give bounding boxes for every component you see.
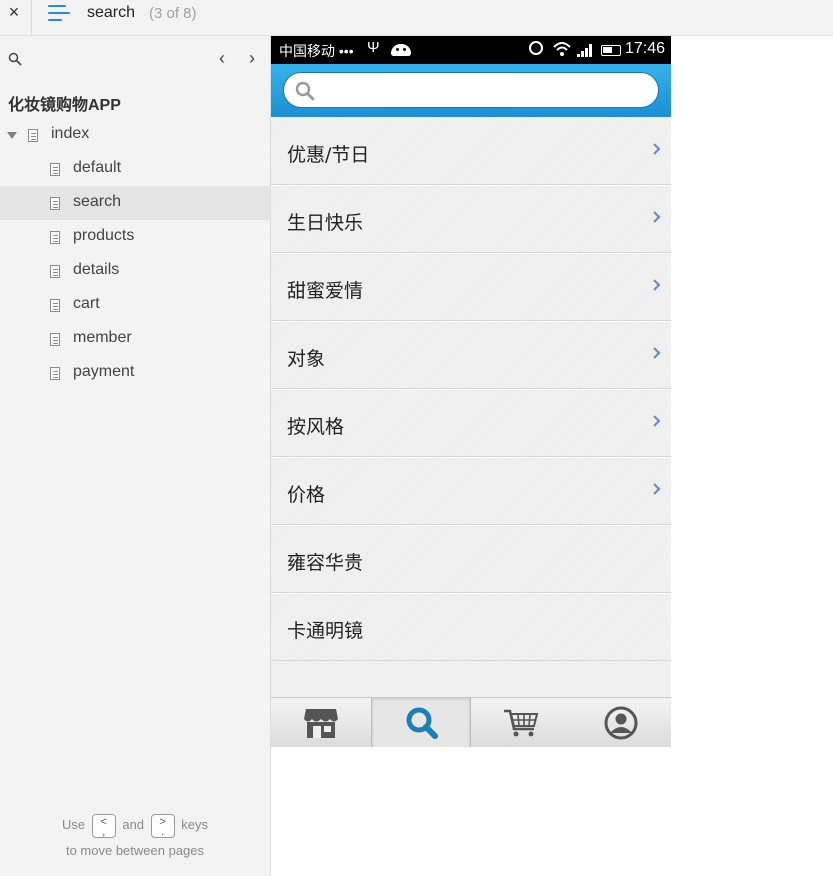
bottom-tab-bar (271, 697, 671, 747)
next-page-button[interactable]: › (244, 48, 260, 69)
user-icon (604, 706, 638, 740)
store-icon (304, 709, 338, 738)
close-button[interactable]: × (0, 0, 28, 27)
tree-item-details[interactable]: details (0, 254, 270, 288)
tab-search[interactable] (371, 698, 471, 747)
category-item[interactable]: 优惠/节日 (271, 117, 671, 185)
category-item[interactable]: 对象 (271, 321, 671, 389)
chevron-right-icon (653, 143, 661, 155)
tab-store[interactable] (271, 698, 371, 747)
category-label: 雍容华贵 (287, 552, 364, 574)
search-input[interactable] (324, 79, 644, 103)
search-icon (295, 81, 315, 101)
project-title: 化妆镜购物APP (8, 97, 121, 114)
key-next: >. (150, 813, 175, 838)
page-icon (50, 299, 60, 312)
caret-down-icon[interactable] (7, 132, 17, 139)
key-prev: <, (91, 813, 116, 838)
tree-item-label: details (73, 261, 120, 278)
tree-item-label: default (73, 159, 122, 176)
chevron-right-icon (653, 347, 661, 359)
android-icon (391, 44, 411, 56)
tree-item-payment[interactable]: payment (0, 356, 270, 390)
tree-item-cart[interactable]: cart (0, 288, 270, 322)
category-item[interactable]: 甜蜜爱情 (271, 253, 671, 321)
chevron-right-icon (653, 211, 661, 223)
category-label: 甜蜜爱情 (287, 280, 364, 302)
category-list: 优惠/节日生日快乐甜蜜爱情对象按风格价格雍容华贵卡通明镜 (271, 117, 671, 661)
hint-text: keys (181, 817, 209, 832)
sidebar: ‹ › 化妆镜购物APP index default search products… (0, 36, 271, 876)
clock-time: 17:46 (625, 40, 666, 57)
tree-item-default[interactable]: default (0, 152, 270, 186)
tree-item-products[interactable]: products (0, 220, 270, 254)
tree-item-label: search (73, 193, 122, 210)
category-item[interactable]: 卡通明镜 (271, 593, 671, 661)
carrier-label: 中国移动 ••• (279, 43, 354, 59)
phone-preview: 中国移动 ••• Ψ 17:46 优惠/节日生日快乐甜蜜爱情对象按风格价格雍容华… (271, 36, 671, 747)
tab-cart[interactable] (471, 698, 571, 747)
signal-icon (577, 44, 593, 57)
chevron-right-icon (653, 483, 661, 495)
tree-item-member[interactable]: member (0, 322, 270, 356)
usb-icon: Ψ (367, 39, 380, 56)
search-icon[interactable] (8, 52, 22, 66)
tree-item-search[interactable]: search (0, 186, 270, 220)
top-bar: × search (3 of 8) (0, 0, 833, 36)
page-icon (50, 367, 60, 380)
chevron-right-icon (653, 279, 661, 291)
battery-icon (601, 45, 621, 56)
hint-text: Use (61, 817, 86, 832)
tab-user[interactable] (571, 698, 671, 747)
status-bar: 中国移动 ••• Ψ 17:46 (271, 36, 671, 64)
category-label: 按风格 (287, 416, 345, 438)
tree-item-label: payment (73, 363, 135, 380)
chevron-right-icon (653, 415, 661, 427)
category-item[interactable]: 雍容华贵 (271, 525, 671, 593)
hint-text: and (122, 817, 145, 832)
page-icon (50, 197, 60, 210)
page-icon (50, 333, 60, 346)
category-item[interactable]: 价格 (271, 457, 671, 525)
menu-icon[interactable] (48, 4, 70, 22)
previous-page-button[interactable]: ‹ (214, 48, 230, 69)
category-label: 优惠/节日 (287, 144, 370, 166)
tree-item-label: member (73, 329, 132, 346)
search-icon (406, 707, 438, 739)
tree-item-label: cart (73, 295, 100, 312)
page-icon (50, 163, 60, 176)
category-label: 价格 (287, 484, 326, 506)
page-count: (3 of 8) (149, 5, 197, 22)
tree-item-label: index (51, 125, 90, 142)
navigation-hint: Use <, and >. keys to move between pages (0, 812, 270, 863)
hint-text: to move between pages (65, 842, 205, 858)
page-title: search (87, 4, 136, 21)
wifi-icon (553, 42, 571, 56)
topbar-divider (31, 0, 32, 36)
cart-icon (504, 709, 539, 737)
search-box[interactable] (283, 72, 659, 108)
category-item[interactable]: 生日快乐 (271, 185, 671, 253)
search-header (271, 64, 671, 117)
category-label: 对象 (287, 348, 326, 370)
page-icon (28, 129, 38, 142)
tree-item-index[interactable]: index (0, 118, 270, 152)
alarm-icon (529, 41, 543, 55)
category-item[interactable]: 按风格 (271, 389, 671, 457)
page-icon (50, 265, 60, 278)
category-label: 生日快乐 (287, 212, 364, 234)
tree-item-label: products (73, 227, 135, 244)
page-icon (50, 231, 60, 244)
category-label: 卡通明镜 (287, 620, 364, 642)
